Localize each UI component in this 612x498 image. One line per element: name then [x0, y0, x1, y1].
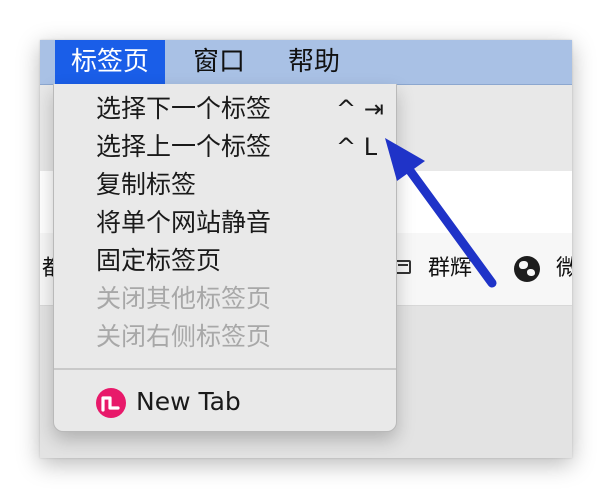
annotation-arrow-icon — [385, 138, 497, 288]
